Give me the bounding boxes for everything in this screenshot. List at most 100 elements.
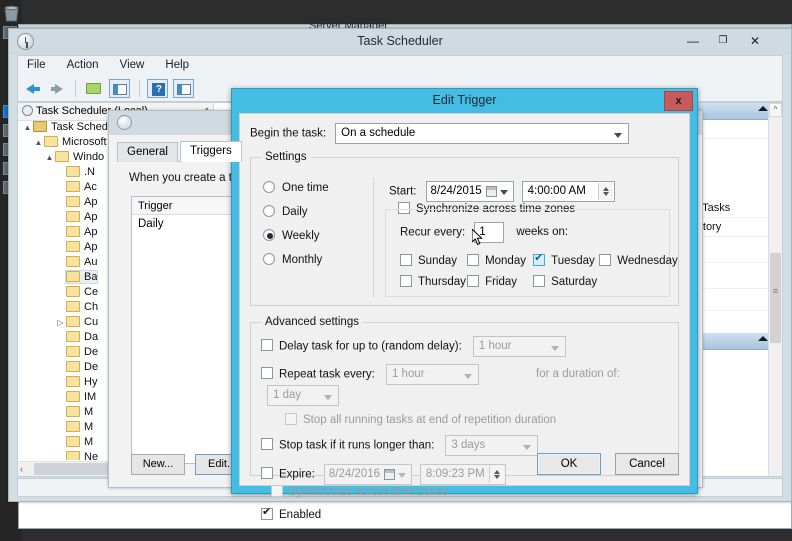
maximize-button[interactable]: ❐ xyxy=(709,31,737,51)
chevron-down-icon-date[interactable] xyxy=(499,190,508,195)
one-time-radio[interactable] xyxy=(263,181,275,193)
stop-all-checkbox[interactable] xyxy=(285,413,297,425)
folder-icon xyxy=(66,391,80,402)
close-button[interactable]: ✕ xyxy=(741,31,769,51)
repeat-interval-select[interactable]: 1 hour xyxy=(385,364,479,385)
show-actions-pane-icon[interactable] xyxy=(173,79,195,98)
daily-radio[interactable] xyxy=(263,205,275,217)
tree-node-content: De xyxy=(66,361,98,373)
friday-checkbox[interactable] xyxy=(467,275,480,287)
folder-icon xyxy=(66,346,80,357)
expire-checkbox[interactable] xyxy=(261,467,273,480)
menu-file[interactable]: File xyxy=(18,56,55,74)
weekly-radio[interactable] xyxy=(263,229,275,241)
repeat-duration-select[interactable]: 1 day xyxy=(267,385,339,406)
edit-trigger-body: Begin the task: On a schedule Settings O… xyxy=(239,113,690,521)
help-icon[interactable]: ? xyxy=(147,79,169,98)
forward-arrow-icon[interactable] xyxy=(47,79,68,98)
cancel-button[interactable]: Cancel xyxy=(615,453,679,475)
expire-date-input[interactable]: 8/24/2016 xyxy=(323,464,412,485)
monday-checkbox[interactable] xyxy=(467,254,480,266)
folder-icon xyxy=(66,271,80,282)
actions-pane-scrollbar[interactable]: ^ xyxy=(768,103,782,476)
tuesday-row[interactable]: Tuesday xyxy=(533,252,596,267)
properties-grid-icon[interactable] xyxy=(109,79,131,98)
calendar-icon[interactable] xyxy=(485,186,497,197)
expire-sync-row[interactable]: Synchronize across time zones xyxy=(271,485,448,498)
sunday-row[interactable]: Sunday xyxy=(400,254,464,267)
start-date-value: 8/24/2015 xyxy=(430,185,482,197)
expire-sync-checkbox[interactable] xyxy=(271,485,283,497)
show-folder-icon[interactable] xyxy=(83,79,104,98)
edit-trigger-close-button[interactable]: x xyxy=(664,91,693,111)
thursday-row[interactable]: Thursday xyxy=(400,275,466,288)
monday-row[interactable]: Monday xyxy=(467,254,530,267)
saturday-checkbox[interactable] xyxy=(533,275,546,287)
back-arrow-icon[interactable] xyxy=(23,79,44,98)
actions-scrollbar-thumb[interactable] xyxy=(770,253,781,343)
stop-if-longer-checkbox[interactable] xyxy=(261,438,273,451)
tree-expander-icon[interactable]: ▲ xyxy=(33,138,44,147)
new-trigger-button[interactable]: New... xyxy=(131,454,185,475)
tab-triggers[interactable]: Triggers xyxy=(179,141,242,162)
recur-every-input[interactable]: 1 xyxy=(474,222,505,243)
enabled-checkbox[interactable] xyxy=(261,506,273,520)
ok-button[interactable]: OK xyxy=(537,453,601,475)
tab-general[interactable]: General xyxy=(117,142,178,162)
task-scheduler-titlebar[interactable]: Task Scheduler — ❐ ✕ xyxy=(9,29,791,55)
calendar-icon-expire[interactable] xyxy=(383,469,395,480)
radio-row-monthly[interactable]: Monthly xyxy=(263,253,373,266)
delay-duration-select[interactable]: 1 hour xyxy=(472,336,566,357)
edit-trigger-dialog[interactable]: Edit Trigger x Begin the task: On a sche… xyxy=(231,88,698,521)
expire-time-input[interactable]: 8:09:23 PM xyxy=(419,464,506,485)
tree-node-content: Ba xyxy=(64,270,99,284)
tree-node-content: IM xyxy=(66,391,96,403)
folder-icon xyxy=(66,301,80,312)
collapse-chevron-icon-2[interactable] xyxy=(758,336,768,341)
start-date-input[interactable]: 8/24/2015 xyxy=(425,181,514,202)
wednesday-row[interactable]: Wednesday xyxy=(599,254,678,267)
delay-label: Delay task for up to (random delay): xyxy=(279,340,462,353)
time-spinner[interactable] xyxy=(597,183,613,200)
stop-if-longer-select[interactable]: 3 days xyxy=(445,435,539,456)
repeat-checkbox[interactable] xyxy=(261,367,273,380)
minimize-button[interactable]: — xyxy=(679,31,707,51)
delay-checkbox[interactable] xyxy=(261,339,273,352)
wednesday-checkbox[interactable] xyxy=(599,254,612,266)
expire-time-spinner[interactable] xyxy=(488,466,504,483)
menu-action[interactable]: Action xyxy=(58,56,108,74)
radio-row-daily[interactable]: Daily xyxy=(263,205,373,218)
folder-icon xyxy=(66,286,80,297)
thursday-checkbox[interactable] xyxy=(400,275,412,287)
begin-task-select[interactable]: On a schedule xyxy=(335,123,630,144)
folder-icon xyxy=(66,196,80,207)
chevron-down-icon-expire[interactable] xyxy=(397,473,406,478)
tree-node-content: M xyxy=(66,406,93,418)
sunday-checkbox[interactable] xyxy=(400,254,412,266)
radio-row-one-time[interactable]: One time xyxy=(263,181,373,194)
scroll-left-icon[interactable]: ‹ xyxy=(20,464,23,474)
tree-expander-icon[interactable]: ▲ xyxy=(44,153,55,162)
tree-expander-icon[interactable]: ▷ xyxy=(55,318,66,327)
radio-row-weekly[interactable]: Weekly xyxy=(263,229,373,242)
folder-icon xyxy=(66,256,80,267)
tuesday-checkbox[interactable] xyxy=(533,252,546,266)
menu-view[interactable]: View xyxy=(111,56,154,74)
edit-trigger-titlebar[interactable]: Edit Trigger x xyxy=(232,89,697,113)
advanced-settings-group: Advanced settings Delay task for up to (… xyxy=(250,316,679,521)
task-scheduler-title: Task Scheduler xyxy=(357,34,443,48)
friday-row[interactable]: Friday xyxy=(467,275,530,288)
monthly-radio[interactable] xyxy=(263,253,275,265)
tree-node-content: Au xyxy=(66,256,97,268)
start-time-input[interactable]: 4:00:00 AM xyxy=(521,181,615,202)
recycle-bin-icon[interactable] xyxy=(3,4,20,22)
weeks-on-label: weeks on: xyxy=(516,226,569,239)
expire-time-value: 8:09:23 PM xyxy=(425,468,485,480)
tree-node-label: M xyxy=(84,406,94,418)
saturday-row[interactable]: Saturday xyxy=(533,275,597,288)
scroll-up-button[interactable]: ^ xyxy=(769,103,782,117)
menu-help[interactable]: Help xyxy=(156,56,198,74)
folder-icon xyxy=(66,421,80,432)
collapse-chevron-icon[interactable] xyxy=(758,106,768,111)
tree-expander-icon[interactable]: ▲ xyxy=(22,123,33,132)
